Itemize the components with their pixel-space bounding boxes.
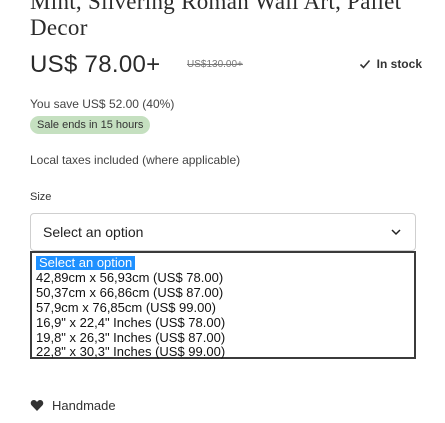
handmade-feature: Handmade xyxy=(30,398,116,413)
size-option[interactable]: 50,37cm x 66,86cm (US$ 87.00) xyxy=(36,286,223,300)
size-options-listbox[interactable]: Select an option 42,89cm x 56,93cm (US$ … xyxy=(30,251,416,359)
stock-status: In stock xyxy=(359,57,422,71)
sale-badge: Sale ends in 15 hours xyxy=(30,116,151,134)
size-select-value: Select an option xyxy=(43,224,144,240)
chevron-down-icon xyxy=(391,229,401,236)
stock-status-label: In stock xyxy=(376,57,422,71)
handmade-label: Handmade xyxy=(52,398,116,413)
price-row: US$ 78.00+ US$130.00+ In stock xyxy=(30,49,422,79)
product-title: Mint, Silvering Roman Wall Art, Pallet D… xyxy=(30,0,402,40)
compare-price: US$130.00+ xyxy=(187,59,243,70)
check-icon xyxy=(359,59,370,69)
product-price: US$ 78.00+ xyxy=(30,51,161,78)
size-select[interactable]: Select an option xyxy=(30,213,416,251)
savings-text: You save US$ 52.00 (40%) xyxy=(30,97,175,111)
size-option[interactable]: Select an option xyxy=(36,256,136,270)
size-option[interactable]: 22,8" x 30,3" Inches (US$ 99.00) xyxy=(36,345,225,359)
size-label: Size xyxy=(30,191,52,203)
size-option[interactable]: 42,89cm x 56,93cm (US$ 78.00) xyxy=(36,271,223,285)
size-option[interactable]: 57,9cm x 76,85cm (US$ 99.00) xyxy=(36,301,216,315)
heart-icon xyxy=(30,400,44,411)
size-option[interactable]: 19,8" x 26,3" Inches (US$ 87.00) xyxy=(36,331,225,345)
tax-note: Local taxes included (where applicable) xyxy=(30,153,241,167)
size-option[interactable]: 16,9" x 22,4" Inches (US$ 78.00) xyxy=(36,316,225,330)
